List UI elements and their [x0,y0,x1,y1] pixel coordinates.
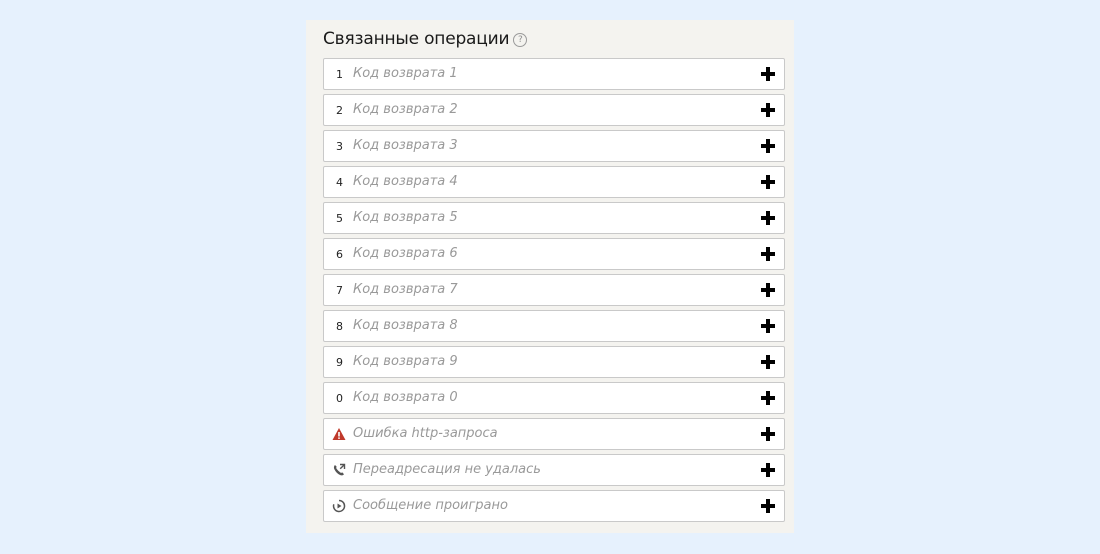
phone-forward-icon [332,463,346,477]
row-key: 8 [336,319,343,333]
operations-list: 1 Код возврата 1 2 Код возврата 2 3 Код … [323,58,785,526]
operation-row-2[interactable]: 2 Код возврата 2 [323,94,785,126]
operation-row-8[interactable]: 8 Код возврата 8 [323,310,785,342]
row-key: 0 [336,391,343,405]
panel-title: Связанные операции [323,29,510,49]
plus-icon[interactable] [761,175,775,189]
row-label: Код возврата 7 [353,282,458,297]
operation-row-6[interactable]: 6 Код возврата 6 [323,238,785,270]
plus-icon[interactable] [761,427,775,441]
row-key: 6 [336,247,343,261]
row-label: Сообщение проиграно [353,498,508,513]
row-key: 3 [336,139,343,153]
operation-row-3[interactable]: 3 Код возврата 3 [323,130,785,162]
panel-header: Связанные операции ? [323,29,528,49]
row-label: Код возврата 6 [353,246,458,261]
row-key: 2 [336,103,343,117]
row-key: 1 [336,67,343,81]
row-key: 7 [336,283,343,297]
plus-icon[interactable] [761,499,775,513]
plus-icon[interactable] [761,391,775,405]
operation-row-http-error[interactable]: Ошибка http-запроса [323,418,785,450]
row-key: 5 [336,211,343,225]
row-label: Код возврата 4 [353,174,458,189]
operation-row-message-played[interactable]: Сообщение проиграно [323,490,785,522]
plus-icon[interactable] [761,463,775,477]
operation-row-5[interactable]: 5 Код возврата 5 [323,202,785,234]
play-circle-icon [332,499,346,513]
help-icon[interactable]: ? [513,32,528,47]
plus-icon[interactable] [761,67,775,81]
warning-icon [332,427,346,441]
operation-row-7[interactable]: 7 Код возврата 7 [323,274,785,306]
operation-row-9[interactable]: 9 Код возврата 9 [323,346,785,378]
row-label: Код возврата 2 [353,102,458,117]
related-operations-panel: Связанные операции ? 1 Код возврата 1 2 … [306,20,794,533]
plus-icon[interactable] [761,139,775,153]
row-label: Код возврата 8 [353,318,458,333]
operation-row-4[interactable]: 4 Код возврата 4 [323,166,785,198]
plus-icon[interactable] [761,247,775,261]
row-label: Ошибка http-запроса [353,426,498,441]
row-label: Код возврата 5 [353,210,458,225]
plus-icon[interactable] [761,211,775,225]
plus-icon[interactable] [761,319,775,333]
row-label: Код возврата 3 [353,138,458,153]
plus-icon[interactable] [761,355,775,369]
row-label: Код возврата 1 [353,66,458,81]
plus-icon[interactable] [761,283,775,297]
row-label: Переадресация не удалась [353,462,541,477]
row-label: Код возврата 9 [353,354,458,369]
row-key: 9 [336,355,343,369]
operation-row-1[interactable]: 1 Код возврата 1 [323,58,785,90]
row-label: Код возврата 0 [353,390,458,405]
operation-row-forward-failed[interactable]: Переадресация не удалась [323,454,785,486]
plus-icon[interactable] [761,103,775,117]
operation-row-0[interactable]: 0 Код возврата 0 [323,382,785,414]
row-key: 4 [336,175,343,189]
